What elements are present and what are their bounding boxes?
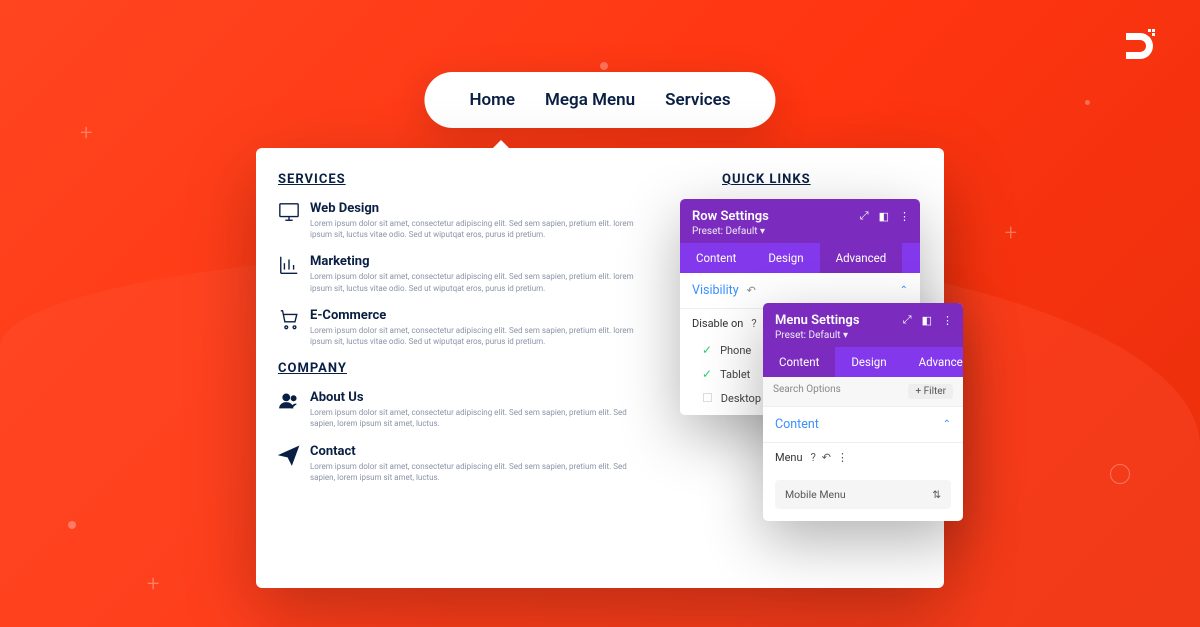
more-icon[interactable]: ⋮ (837, 451, 848, 464)
chevron-up-icon: ⌃ (900, 285, 908, 296)
menu-item-about[interactable]: About Us Lorem ipsum dolor sit amet, cons… (278, 390, 652, 429)
item-desc: Lorem ipsum dolor sit amet, consectetur … (310, 407, 652, 429)
dock-icon[interactable]: ◧ (879, 210, 889, 223)
modal-preset[interactable]: Preset: Default ▾ (775, 330, 951, 341)
tab-advanced[interactable]: Advanced (903, 347, 963, 377)
search-input[interactable]: Search Options (773, 384, 841, 399)
item-title: About Us (310, 390, 652, 405)
content-section[interactable]: Content ⌃ (763, 407, 963, 443)
menu-item-contact[interactable]: Contact Lorem ipsum dolor sit amet, conse… (278, 444, 652, 483)
item-desc: Lorem ipsum dolor sit amet, consectetur … (310, 461, 652, 483)
more-icon[interactable]: ⋮ (942, 314, 953, 327)
undo-icon[interactable]: ↶ (747, 284, 756, 297)
monitor-icon (278, 201, 300, 223)
expand-icon[interactable]: ⤢ (903, 313, 912, 327)
chart-icon (278, 254, 300, 276)
item-title: E-Commerce (310, 308, 652, 323)
tab-design[interactable]: Design (752, 243, 819, 273)
company-heading: COMPANY (278, 361, 652, 376)
tab-content[interactable]: Content (763, 347, 835, 377)
modal-preset[interactable]: Preset: Default ▾ (692, 226, 908, 237)
tab-advanced[interactable]: Advanced (820, 243, 903, 273)
item-desc: Lorem ipsum dolor sit amet, consectetur … (310, 325, 652, 347)
menu-field-label: Menu (775, 451, 803, 464)
nav-home[interactable]: Home (469, 90, 515, 110)
expand-icon[interactable]: ⤢ (860, 209, 869, 223)
menu-item-ecommerce[interactable]: E-Commerce Lorem ipsum dolor sit amet, co… (278, 308, 652, 347)
modal-tabs: Content Design Advanced (763, 347, 963, 377)
item-title: Contact (310, 444, 652, 459)
quicklinks-heading: QUICK LINKS (722, 172, 922, 187)
brand-logo (1118, 25, 1160, 77)
nav-mega-menu[interactable]: Mega Menu (545, 90, 635, 110)
more-icon[interactable]: ⋮ (899, 210, 910, 223)
menu-settings-modal: Menu Settings Preset: Default ▾ ⤢ ◧ ⋮ Co… (763, 303, 963, 521)
unchecked-icon: ☐ (702, 391, 713, 405)
check-icon: ✓ (702, 343, 712, 357)
tab-design[interactable]: Design (835, 347, 902, 377)
menu-item-marketing[interactable]: Marketing Lorem ipsum dolor sit amet, con… (278, 254, 652, 293)
check-icon: ✓ (702, 367, 712, 381)
tab-content[interactable]: Content (680, 243, 752, 273)
services-heading: SERVICES (278, 172, 652, 187)
dock-icon[interactable]: ◧ (922, 314, 932, 327)
disable-on-label: Disable on (692, 317, 743, 330)
filter-button[interactable]: + Filter (908, 384, 953, 399)
menu-item-web-design[interactable]: Web Design Lorem ipsum dolor sit amet, co… (278, 201, 652, 240)
help-icon[interactable]: ? (751, 317, 756, 330)
menu-select[interactable]: Mobile Menu ⇅ (775, 480, 951, 509)
users-icon (278, 390, 300, 412)
item-desc: Lorem ipsum dolor sit amet, consectetur … (310, 271, 652, 293)
modal-tabs: Content Design Advanced (680, 243, 920, 273)
undo-icon[interactable]: ↶ (822, 451, 831, 464)
dropdown-icon: ⇅ (932, 488, 941, 501)
chevron-up-icon: ⌃ (943, 419, 951, 430)
nav-services[interactable]: Services (665, 90, 730, 110)
cart-icon (278, 308, 300, 330)
main-nav: Home Mega Menu Services (424, 72, 775, 128)
send-icon (278, 444, 300, 466)
help-icon[interactable]: ? (811, 451, 816, 464)
item-desc: Lorem ipsum dolor sit amet, consectetur … (310, 218, 652, 240)
item-title: Web Design (310, 201, 652, 216)
item-title: Marketing (310, 254, 652, 269)
